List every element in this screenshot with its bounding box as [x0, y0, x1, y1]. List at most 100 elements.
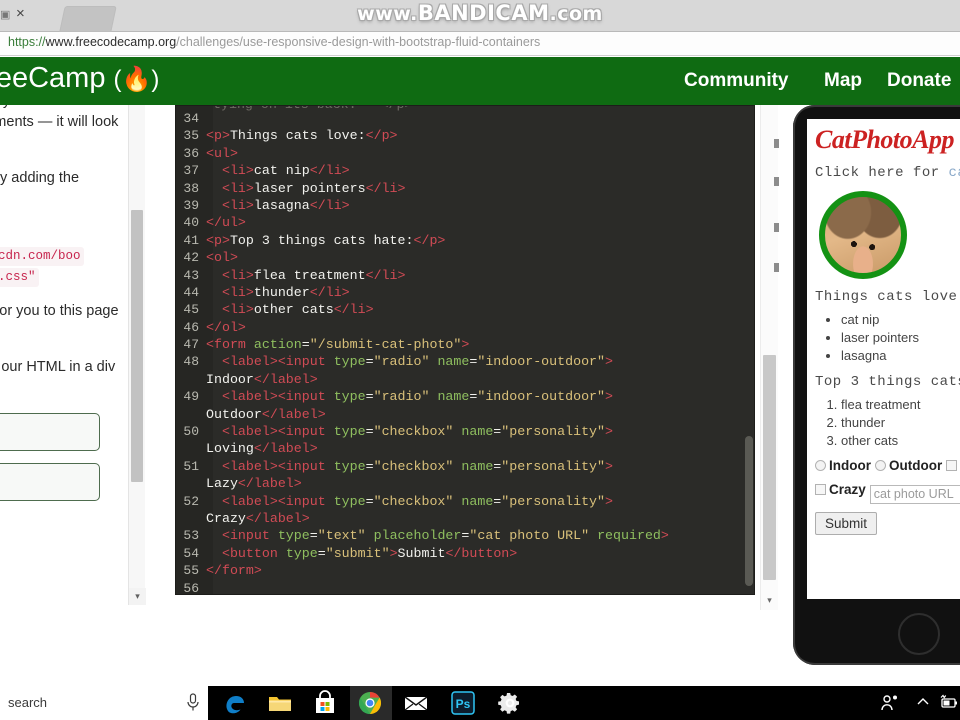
preview-link-prefix: Click here for: [815, 165, 949, 181]
preview-love-heading: Things cats love:: [815, 289, 960, 305]
settings-gear-icon[interactable]: [497, 690, 523, 716]
editor-line-number: 36: [183, 145, 199, 161]
nav-link-map[interactable]: Map: [824, 70, 862, 92]
editor-line-number: 40: [183, 215, 199, 231]
editor-line[interactable]: 49 <label><input type="radio" name="indo…: [176, 388, 754, 423]
checkbox-loving[interactable]: [946, 460, 958, 471]
editor-line[interactable]: 37 <li>cat nip</li>: [176, 162, 754, 179]
people-icon[interactable]: [880, 694, 900, 712]
token-tag: >: [461, 337, 470, 353]
editor-line[interactable]: 53 <input type="text" placeholder="cat p…: [176, 527, 754, 544]
radio-outdoor[interactable]: [875, 460, 886, 471]
editor-line[interactable]: 36 <ul>: [176, 145, 754, 162]
editor-line[interactable]: 42 <ol>: [176, 249, 754, 266]
editor-line[interactable]: 34: [176, 110, 754, 127]
editor-line[interactable]: 43 <li>flea treatment</li>: [176, 267, 754, 284]
token-tag: <label><input: [221, 354, 334, 370]
page-scrollbar[interactable]: ▾: [760, 105, 779, 610]
instructions-scrollbar-thumb[interactable]: [131, 210, 143, 482]
editor-line[interactable]: 38 <li>laser pointers</li>: [176, 180, 754, 197]
fcc-logo[interactable]: freeeCamp (🔥): [0, 62, 159, 95]
code-snippet-line-2: href="https://maxcdn.bootstrapcdn.com/bo…: [0, 247, 84, 266]
cat-photo-url-input[interactable]: cat photo URL: [869, 485, 960, 504]
editor-line[interactable]: 44 <li>thunder</li>: [176, 284, 754, 301]
token-tag: <label><input: [221, 458, 334, 474]
token-txt: cat nip: [253, 163, 310, 179]
taskbar-search-box[interactable]: search: [0, 686, 208, 720]
editor-scrollbar-thumb[interactable]: [745, 436, 753, 586]
nav-link-community[interactable]: Community: [684, 70, 789, 92]
nav-link-donate[interactable]: Donate: [887, 70, 951, 92]
token-tag: </button>: [445, 545, 518, 561]
editor-line-number: 37: [183, 163, 199, 179]
editor-line[interactable]: 52 <label><input type="checkbox" name="p…: [176, 493, 754, 528]
token-attr: type: [333, 389, 366, 405]
checkbox-lazy[interactable]: [815, 484, 826, 495]
editor-line[interactable]: 50 <label><input type="checkbox" name="p…: [176, 423, 754, 458]
scrollbar-mark: [774, 177, 779, 186]
token-str: "text": [317, 528, 366, 544]
file-explorer-icon[interactable]: [267, 690, 293, 716]
editor-line-text: <form action="/submit-cat-photo">: [206, 336, 469, 353]
submit-button[interactable]: Submit: [815, 512, 878, 535]
browser-address-bar[interactable]: https://www.freecodecamp.org/challenges/…: [0, 32, 960, 56]
token-str: "radio": [373, 354, 430, 370]
editor-line[interactable]: 35 <p>Things cats love:</p>: [176, 127, 754, 144]
editor-code-lines[interactable]: 34 35 <p>Things cats love:</p> 36 <ul> 37 <li…: [176, 110, 754, 594]
chevron-up-icon[interactable]: [915, 694, 931, 710]
mail-icon[interactable]: [403, 690, 429, 716]
editor-line-text: <label><input type="radio" name="indoor-…: [206, 388, 613, 423]
preview-checkbox-row: Crazy cat photo URL: [815, 482, 960, 504]
microphone-icon[interactable]: [185, 693, 201, 712]
browser-tab-bar: ▣ × www.BANDICAM.com: [0, 0, 960, 32]
editor-line[interactable]: 39 <li>lasagna</li>: [176, 197, 754, 214]
preview-cat-link[interactable]: cat: [949, 165, 960, 181]
editor-line[interactable]: 45 <li>other cats</li>: [176, 301, 754, 318]
radio-indoor[interactable]: [815, 460, 826, 471]
reset-code-button[interactable]: Reset your code: [0, 463, 100, 501]
page-scroll-down-arrow[interactable]: ▾: [762, 593, 777, 608]
token-tag: </ol>: [206, 319, 246, 335]
instruction-paragraph-3: In this case we've already added it for …: [0, 303, 119, 319]
photoshop-icon[interactable]: Ps: [450, 690, 476, 716]
microsoft-store-icon[interactable]: [312, 690, 338, 716]
edge-icon[interactable]: [222, 690, 248, 716]
token-attr: action: [253, 337, 302, 353]
editor-line-number: 48: [183, 354, 199, 370]
token-tag: >: [605, 458, 613, 474]
code-editor[interactable]: tying on its back." </p> 3435<p>Things c…: [175, 105, 755, 595]
token-txt: Outdoor: [206, 406, 262, 422]
search-input[interactable]: search: [8, 695, 47, 710]
editor-scrollbar[interactable]: [744, 106, 754, 594]
instructions-scroll-down-arrow[interactable]: ▾: [129, 588, 146, 605]
token-tag: >: [605, 424, 613, 440]
instructions-scrollbar[interactable]: ▾: [128, 105, 146, 605]
watermark-www: www.: [357, 3, 418, 25]
editor-line[interactable]: 54 <button type="submit">Submit</button>: [176, 545, 754, 562]
editor-line[interactable]: 41 <p>Top 3 things cats hate:</p>: [176, 232, 754, 249]
editor-line[interactable]: 47 <form action="/submit-cat-photo">: [176, 336, 754, 353]
battery-charging-icon[interactable]: [938, 694, 958, 710]
editor-line[interactable]: 56: [176, 580, 754, 594]
chrome-icon[interactable]: [357, 690, 383, 716]
token-attr: type: [277, 528, 310, 544]
phone-home-button[interactable]: [898, 613, 940, 655]
token-str: "submit": [325, 545, 390, 561]
token-attr: name: [461, 458, 494, 474]
editor-line[interactable]: 40 </ul>: [176, 214, 754, 231]
editor-line[interactable]: 46 </ol>: [176, 319, 754, 336]
editor-line-number: 41: [183, 232, 199, 248]
editor-line[interactable]: 51 <label><input type="checkbox" name="p…: [176, 458, 754, 493]
checkbox-crazy-label[interactable]: Crazy: [829, 482, 866, 497]
editor-line[interactable]: 55 </form>: [176, 562, 754, 579]
run-tests-button[interactable]: Run tests (ctrl + enter): [0, 413, 100, 451]
radio-indoor-label[interactable]: Indoor: [829, 458, 871, 473]
cat-photo-image[interactable]: [819, 191, 907, 279]
page-scrollbar-thumb[interactable]: [763, 355, 776, 580]
radio-outdoor-label[interactable]: Outdoor: [889, 458, 942, 473]
editor-line[interactable]: 48 <label><input type="radio" name="indo…: [176, 353, 754, 388]
editor-line-number: 54: [183, 545, 199, 561]
